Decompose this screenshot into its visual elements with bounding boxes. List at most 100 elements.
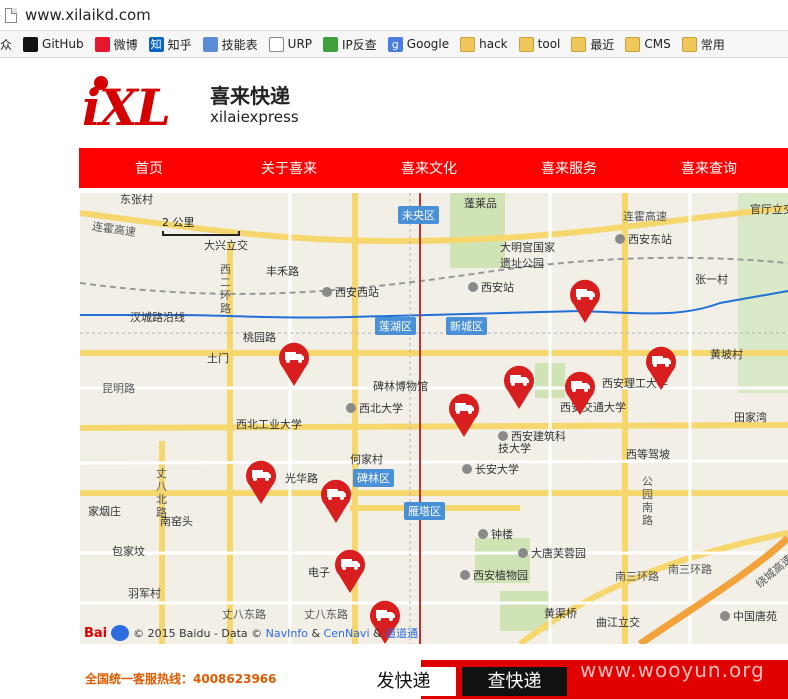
poi-icon: [346, 403, 356, 413]
map-label: 大唐芙蓉园: [518, 545, 586, 561]
truck-marker-icon[interactable]: [332, 548, 368, 594]
cennavi-link[interactable]: CenNavi: [324, 627, 370, 640]
bookmark-ip[interactable]: IP反查: [323, 36, 377, 53]
bookmark-folder-tool[interactable]: tool: [518, 36, 560, 52]
district-label: 未央区: [398, 206, 439, 224]
map-label: 家烟庄: [88, 505, 121, 518]
map-label: 包家坟: [112, 545, 145, 558]
map-label: 大兴立交: [204, 239, 248, 252]
map-label: 土门: [207, 352, 229, 365]
map-scale-label: 2 公里: [162, 216, 195, 229]
poi-icon: [615, 234, 625, 244]
nav-service[interactable]: 喜来服务: [499, 158, 639, 178]
watermark: www.wooyun.org: [580, 658, 765, 682]
zhihu-icon: 知: [148, 36, 164, 52]
nav-about[interactable]: 关于喜来: [219, 158, 359, 178]
map-label: 西北大学: [346, 400, 403, 416]
bookmark-folder-cms[interactable]: CMS: [625, 36, 671, 52]
map-label: 西安建筑科技大学: [498, 430, 566, 455]
nav-home[interactable]: 首页: [79, 158, 219, 178]
map-label: 蓬莱品: [464, 197, 497, 210]
bookmark-weibo[interactable]: 微博: [94, 36, 138, 53]
bookmark-urp[interactable]: URP: [268, 36, 312, 52]
site-logo[interactable]: iXL 喜来快递 xilaiexpress: [82, 74, 342, 137]
google-icon: g: [387, 36, 403, 52]
bookmark-folder-common[interactable]: 常用: [681, 36, 725, 53]
truck-marker-icon[interactable]: [562, 370, 598, 416]
bookmark-google[interactable]: g Google: [387, 36, 449, 52]
poi-icon: [518, 548, 528, 558]
map-label: 碑林博物馆: [373, 380, 428, 393]
map-label: 黄渠桥: [544, 607, 577, 620]
poi-icon: [468, 282, 478, 292]
map-label: 羽军村: [128, 587, 161, 600]
main-nav: 首页 关于喜来 喜来文化 喜来服务 喜来查询: [79, 148, 788, 188]
map-label: 田家湾: [734, 411, 767, 424]
logo-cn: 喜来快递: [210, 84, 290, 108]
map-label: 何家村: [350, 453, 383, 466]
map-label: 长安大学: [462, 461, 519, 477]
logo-mark: iXL: [82, 78, 171, 137]
map[interactable]: 2 公里 未央区 莲湖区 新城区 碑林区 雁塔区 东张村 蓬莱品 连霍高速 连霍…: [80, 193, 788, 644]
map-label: 桃园路: [243, 331, 276, 344]
district-label: 新城区: [446, 317, 487, 335]
map-label: 光华路: [285, 472, 318, 485]
truck-marker-icon[interactable]: [446, 392, 482, 438]
daodaotong-link[interactable]: 道道通: [385, 625, 418, 641]
map-label: 东张村: [120, 193, 153, 206]
poi-icon: [462, 464, 472, 474]
hotline-text: 全国统一客服热线：4008623966: [85, 672, 277, 686]
map-label: 南窑头: [160, 515, 193, 528]
github-icon: [23, 36, 39, 52]
truck-marker-icon[interactable]: [501, 364, 537, 410]
map-label: 官厅立交: [750, 203, 788, 216]
map-label: 电子: [308, 566, 330, 579]
bookmark-github[interactable]: GitHub: [23, 36, 84, 52]
map-copyright: Bai © 2015 Baidu - Data © NavInfo & CenN…: [84, 625, 419, 641]
map-label: 西北工业大学: [236, 418, 302, 431]
map-label: 丰禾路: [266, 265, 299, 278]
map-label: 黄坡村: [710, 348, 743, 361]
map-label: 西二环路: [220, 263, 231, 315]
map-label: 丈八东路: [222, 608, 266, 621]
poi-icon: [460, 570, 470, 580]
bookmark-folder-hack[interactable]: hack: [460, 36, 508, 52]
jianshu-icon: [202, 36, 218, 52]
truck-marker-icon[interactable]: [318, 478, 354, 524]
truck-marker-icon[interactable]: [567, 278, 603, 324]
district-label: 莲湖区: [375, 317, 416, 335]
bookmark-folder-recent[interactable]: 最近: [571, 36, 614, 53]
bookmark-item[interactable]: 众: [0, 36, 12, 53]
map-label: 西等驾坡: [626, 448, 670, 461]
bookmark-zhihu[interactable]: 知知乎: [148, 36, 192, 53]
nav-culture[interactable]: 喜来文化: [359, 158, 499, 178]
navinfo-link[interactable]: NavInfo: [266, 627, 308, 640]
map-label: 西安站: [468, 279, 514, 295]
map-label: 西安东站: [615, 231, 672, 247]
map-label: 西安植物园: [460, 567, 528, 583]
map-label: 连霍高速: [623, 210, 667, 223]
page-icon: [5, 7, 17, 23]
weibo-icon: [94, 36, 110, 52]
folder-icon: [460, 36, 476, 52]
url-text[interactable]: www.xilaikd.com: [25, 6, 151, 24]
address-bar[interactable]: www.xilaikd.com: [0, 0, 788, 31]
truck-marker-icon[interactable]: [276, 341, 312, 387]
query-express-button[interactable]: 查快递: [462, 667, 567, 696]
truck-marker-icon[interactable]: [643, 345, 679, 391]
folder-icon: [518, 36, 534, 52]
map-label: 汉城路沿线: [130, 311, 185, 324]
map-label: 西安西站: [322, 284, 379, 300]
baidu-paw-icon: [111, 625, 130, 641]
map-label: 昆明路: [102, 382, 135, 395]
nav-query[interactable]: 喜来查询: [639, 158, 779, 178]
district-label: 碑林区: [353, 469, 394, 487]
map-label: 钟楼: [478, 526, 513, 542]
send-express-button[interactable]: 发快递: [351, 667, 456, 696]
bookmark-skills[interactable]: 技能表: [202, 36, 258, 53]
folder-icon: [571, 36, 587, 52]
poi-icon: [478, 529, 488, 539]
truck-marker-icon[interactable]: [243, 459, 279, 505]
map-label: 大明宫国家遗址公园: [500, 241, 555, 270]
page-icon: [268, 36, 284, 52]
